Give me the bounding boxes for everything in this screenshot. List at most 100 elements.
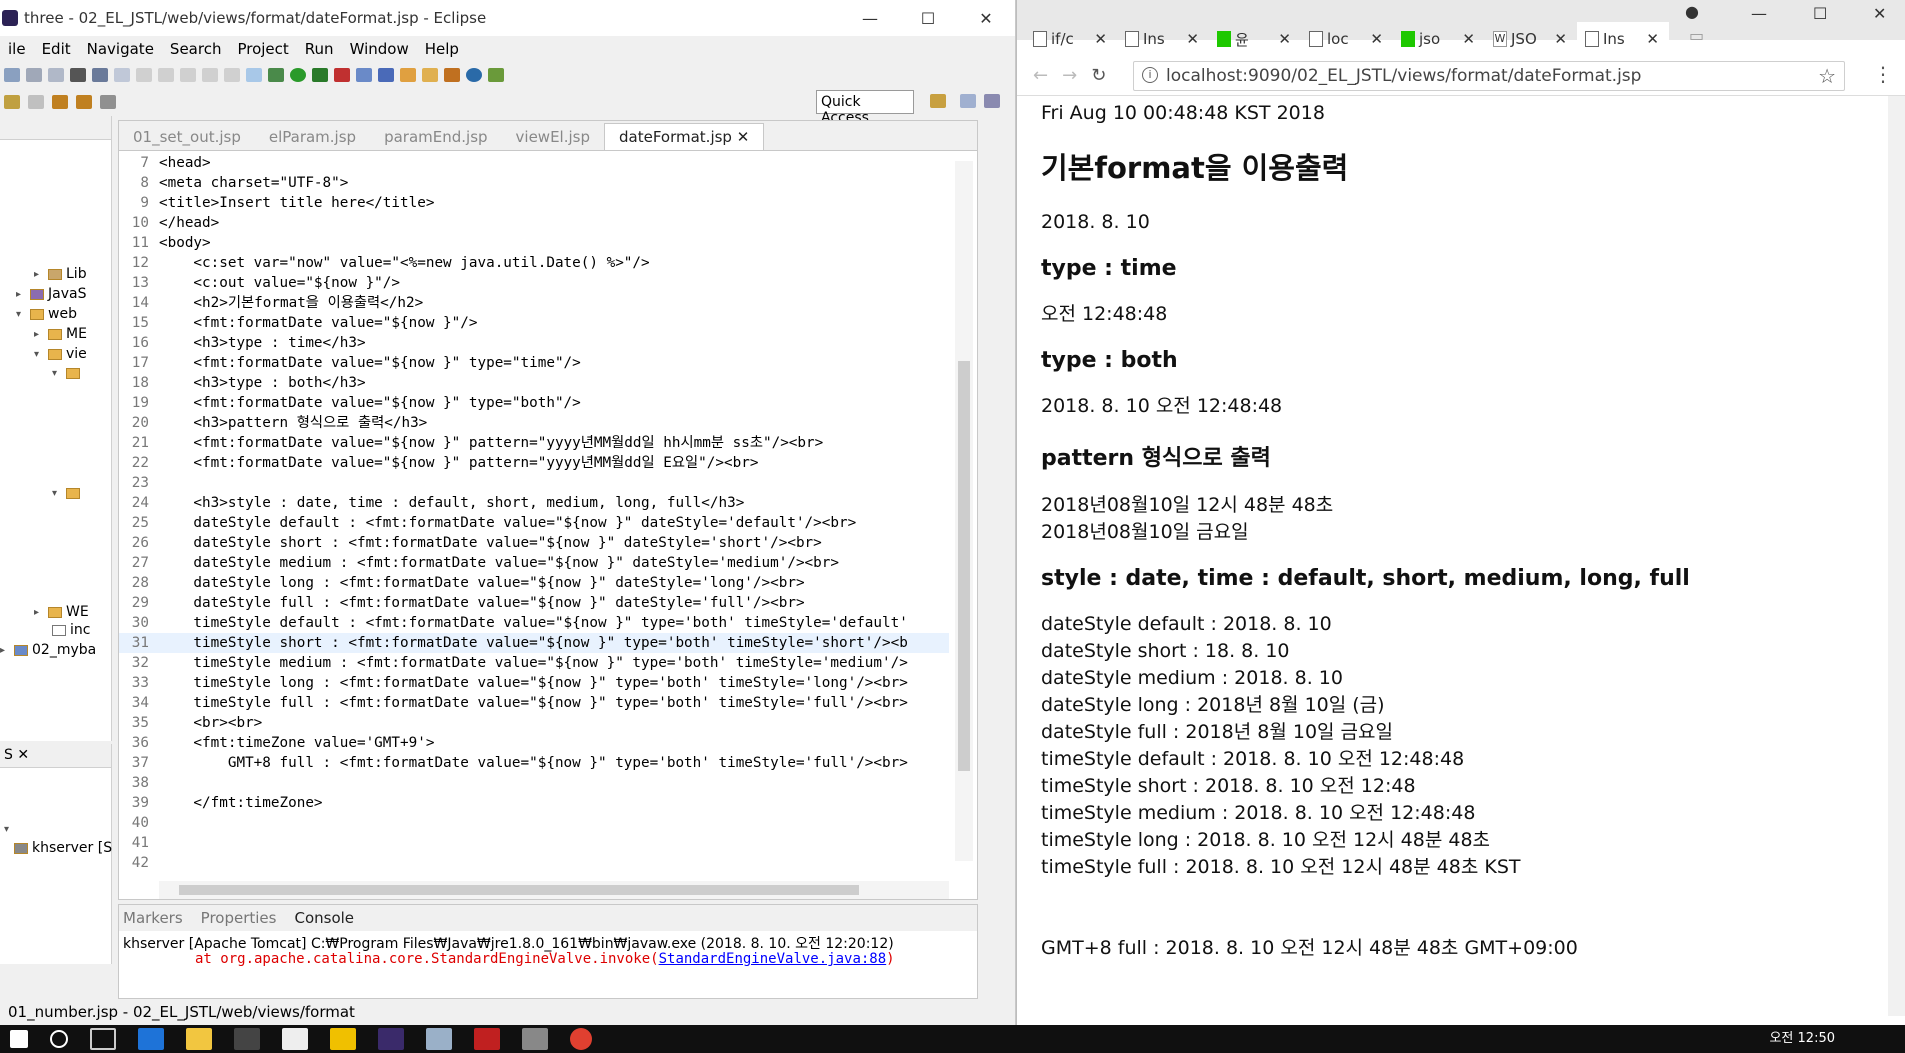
close-icon[interactable]: ✕: [1873, 4, 1886, 23]
maximize-icon[interactable]: ☐: [1813, 4, 1827, 23]
new-server-icon[interactable]: [356, 68, 372, 82]
menu-project[interactable]: Project: [229, 40, 296, 58]
tab-set-out[interactable]: 01_set_out.jsp: [119, 124, 255, 150]
browser-tab[interactable]: 윤 ✕: [1209, 22, 1301, 56]
tree-item-subfolder[interactable]: ▾: [52, 368, 80, 379]
back-icon[interactable]: ←: [1033, 65, 1048, 86]
save-icon[interactable]: [26, 68, 42, 82]
open-perspective-icon[interactable]: [930, 94, 946, 108]
minimize-icon[interactable]: —: [1751, 4, 1767, 23]
close-icon[interactable]: ✕: [1370, 30, 1383, 48]
skip-breakpoints-icon[interactable]: [114, 68, 130, 82]
close-icon[interactable]: ✕: [1186, 30, 1199, 48]
terminal-icon[interactable]: [92, 68, 108, 82]
tree-item-meta-inf[interactable]: ▸ ME: [34, 326, 87, 342]
open-task-icon[interactable]: [422, 68, 438, 82]
debug-icon[interactable]: [268, 68, 284, 82]
address-bar[interactable]: i localhost:9090/02_EL_JSTL/views/format…: [1133, 61, 1845, 91]
browser-tab[interactable]: if/c ✕: [1025, 22, 1117, 56]
tab-console[interactable]: Console: [294, 909, 354, 927]
scroll-thumb[interactable]: [179, 885, 859, 895]
maximize-icon[interactable]: ☐: [899, 9, 957, 28]
editor-horizontal-scrollbar[interactable]: [159, 881, 949, 899]
save-all-icon[interactable]: [48, 68, 64, 82]
tab-viewel[interactable]: viewEl.jsp: [502, 124, 604, 150]
page-vertical-scrollbar[interactable]: [1888, 96, 1905, 1016]
editor-vertical-scrollbar[interactable]: [955, 161, 973, 861]
code-area[interactable]: 7 <head> 8 <meta charset="UTF-8"> 9 <title>In…: [119, 153, 949, 873]
globe-icon[interactable]: [466, 68, 482, 82]
close-icon[interactable]: ✕: [1554, 30, 1567, 48]
settings-icon[interactable]: [522, 1028, 548, 1050]
annotation-icon[interactable]: [4, 95, 20, 109]
menu-run[interactable]: Run: [297, 40, 342, 58]
reload-icon[interactable]: ↻: [1091, 65, 1106, 86]
mail-icon[interactable]: [282, 1028, 308, 1050]
browser-tab-active[interactable]: Ins ✕: [1577, 22, 1669, 56]
tree-item-web-inf[interactable]: ▸ WE: [34, 604, 89, 620]
new-tab-icon[interactable]: ▭: [1689, 26, 1704, 45]
forward-icon[interactable]: [76, 95, 92, 109]
forward-icon[interactable]: →: [1062, 65, 1077, 86]
profile-icon[interactable]: ●: [1685, 2, 1699, 21]
terminate-icon[interactable]: [180, 68, 196, 82]
step-into-icon[interactable]: [202, 68, 218, 82]
tree-item-views[interactable]: ▾ vie: [34, 346, 87, 362]
java-perspective-icon[interactable]: [984, 94, 1000, 108]
server-icon[interactable]: [70, 68, 86, 82]
tree-item-inc[interactable]: inc: [52, 622, 90, 638]
chrome-taskbar-icon[interactable]: [570, 1028, 592, 1050]
menu-help[interactable]: Help: [417, 40, 467, 58]
quick-access-field[interactable]: Quick Access: [816, 90, 914, 126]
suspend-icon[interactable]: [158, 68, 174, 82]
back-icon[interactable]: [52, 95, 68, 109]
tree-item-mybatis[interactable]: ▸ 02_myba: [0, 642, 96, 658]
close-icon[interactable]: ✕: [1278, 30, 1291, 48]
close-icon[interactable]: ✕: [957, 9, 1015, 28]
external-tools-icon[interactable]: [334, 68, 350, 82]
server-khserver-row[interactable]: khserver [S: [14, 840, 112, 856]
close-icon[interactable]: ✕: [1646, 30, 1659, 48]
info-icon[interactable]: i: [1142, 67, 1158, 83]
tab-properties[interactable]: Properties: [201, 909, 277, 927]
tab-dateformat[interactable]: dateFormat.jsp ✕: [604, 123, 765, 150]
search-icon[interactable]: [50, 1030, 68, 1048]
menu-edit[interactable]: Edit: [34, 40, 79, 58]
browser-tab[interactable]: W JSO ✕: [1485, 22, 1577, 56]
search-icon[interactable]: [444, 68, 460, 82]
servers-tab[interactable]: S ✕: [0, 744, 111, 768]
start-icon[interactable]: [10, 1030, 28, 1048]
browser-tab[interactable]: loc ✕: [1301, 22, 1393, 56]
menu-navigate[interactable]: Navigate: [79, 40, 162, 58]
tree-item-subfolder2[interactable]: ▾: [52, 488, 80, 499]
browser-tab[interactable]: jso ✕: [1393, 22, 1485, 56]
browser-tab[interactable]: Ins ✕: [1117, 22, 1209, 56]
pin-icon[interactable]: [488, 68, 504, 82]
run-icon[interactable]: [290, 68, 306, 82]
edge-icon[interactable]: [138, 1028, 164, 1050]
store-icon[interactable]: [234, 1028, 260, 1050]
close-icon[interactable]: ✕: [737, 128, 750, 146]
toggle-mark-icon[interactable]: [246, 68, 262, 82]
tab-markers[interactable]: Markers: [123, 909, 183, 927]
kakaotalk-icon[interactable]: [330, 1028, 356, 1050]
new-class-icon[interactable]: [378, 68, 394, 82]
close-icon[interactable]: ✕: [1462, 30, 1475, 48]
tree-item-lib[interactable]: ▸ Lib: [34, 266, 87, 282]
javaee-perspective-icon[interactable]: [960, 94, 976, 108]
open-type-icon[interactable]: [400, 68, 416, 82]
history-icon[interactable]: [28, 95, 44, 109]
new-icon[interactable]: [4, 68, 20, 82]
menu-search[interactable]: Search: [162, 40, 230, 58]
file-explorer-icon[interactable]: [186, 1028, 212, 1050]
tab-elparam[interactable]: elParam.jsp: [255, 124, 370, 150]
coverage-icon[interactable]: [312, 68, 328, 82]
tree-item-javas[interactable]: ▸ JavaS: [16, 286, 86, 302]
bookmark-star-icon[interactable]: ☆: [1818, 64, 1836, 88]
minimize-icon[interactable]: —: [841, 9, 899, 28]
resume-icon[interactable]: [136, 68, 152, 82]
server-khserver[interactable]: ▾: [4, 824, 14, 835]
step-over-icon[interactable]: [224, 68, 240, 82]
stacktrace-link[interactable]: StandardEngineValve.java:88: [659, 951, 887, 967]
task-view-icon[interactable]: [90, 1028, 116, 1050]
